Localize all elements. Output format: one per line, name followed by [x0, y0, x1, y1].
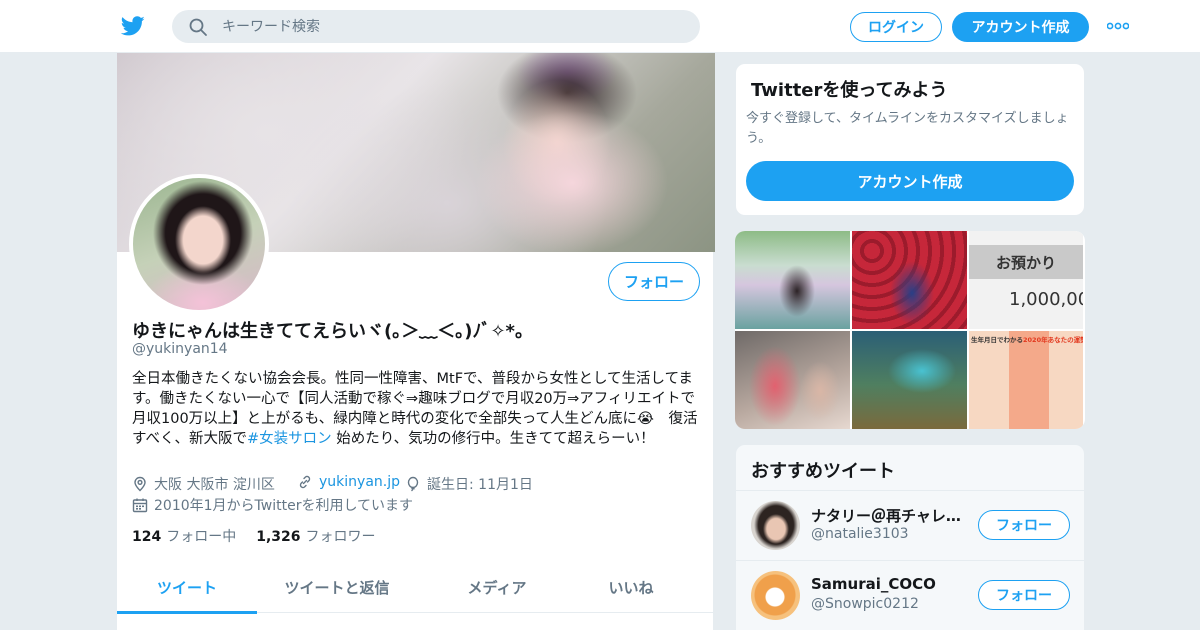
following-label: フォロー中 — [166, 529, 237, 545]
signup-button[interactable]: アカウント作成 — [952, 12, 1089, 42]
profile-handle[interactable]: @yukinyan14 — [132, 341, 228, 357]
search-box[interactable] — [172, 10, 700, 43]
tab-tweets-and-replies[interactable]: ツイートと返信 — [257, 561, 417, 613]
fortune-header-text: 生年月日でわかる — [971, 336, 1023, 344]
media-thumbnail[interactable]: お預かり 1,000,00 — [969, 231, 1083, 329]
signup-promo-card: Twitterを使ってみよう 今すぐ登録して、タイムラインをカスタマイズしましょ… — [735, 63, 1085, 216]
recommended-title: おすすめツイート — [751, 461, 895, 482]
following-count: 124 — [132, 529, 162, 545]
follow-button[interactable]: フォロー — [978, 510, 1070, 540]
profile-card: フォロー ゆきにゃんは生きててえらいヾ(｡＞﹏＜｡)ﾉﾞ✧*。 @yukinya… — [116, 53, 715, 630]
recommended-user[interactable]: Samurai_COCO @Snowpic0212 フォロー — [736, 560, 1084, 630]
thumbnail-fortune-header: 生年月日でわかる2020年あなたの運勢 — [971, 334, 1083, 344]
profile-avatar[interactable] — [129, 174, 269, 314]
recommended-user-handle: @Snowpic0212 — [811, 596, 919, 612]
media-thumbnail[interactable]: 生年月日でわかる2020年あなたの運勢 — [969, 331, 1083, 429]
profile-bio: 全日本働きたくない協会会長。性同一性障害、MtFで、普段から女性として生活してま… — [132, 369, 702, 449]
profile-stats: 124 フォロー中 1,326 フォロワー — [132, 526, 376, 546]
bio-text-end: 始めたり、気功の修行中。生きてて超えらーい！ — [331, 431, 655, 447]
recommended-user-name[interactable]: ナタリー＠再チャレンジ — [811, 505, 961, 526]
followers-count: 1,326 — [256, 529, 301, 545]
avatar[interactable] — [751, 571, 800, 620]
follow-button[interactable]: フォロー — [978, 580, 1070, 610]
birthday-text: 誕生日: 11月1日 — [427, 477, 533, 493]
profile-birthday: 誕生日: 11月1日 — [405, 474, 533, 494]
followers-label: フォロワー — [305, 529, 376, 545]
tab-tweets[interactable]: ツイート — [117, 561, 257, 614]
avatar[interactable] — [751, 501, 800, 550]
login-button[interactable]: ログイン — [850, 12, 942, 42]
media-thumbnail[interactable] — [852, 231, 967, 329]
thumbnail-deposit-amount: 1,000,00 — [1009, 289, 1083, 310]
media-thumbnail[interactable] — [852, 331, 967, 429]
location-pin-icon — [134, 476, 146, 492]
recommended-user-name[interactable]: Samurai_COCO — [811, 575, 961, 593]
top-navigation-bar: ログイン アカウント作成 — [0, 0, 1200, 53]
twitter-bird-icon[interactable] — [120, 14, 146, 38]
promo-title: Twitterを使ってみよう — [751, 80, 948, 101]
recommended-tweets-panel: おすすめツイート ナタリー＠再チャレンジ @natalie3103 フォロー S… — [735, 444, 1085, 630]
balloon-icon — [407, 476, 419, 492]
fortune-header-year: 2020年あなたの運勢 — [1023, 336, 1083, 344]
profile-website-link[interactable]: yukinyan.jp — [319, 474, 400, 490]
bio-hashtag-link[interactable]: #女装サロン — [247, 431, 332, 447]
link-icon — [299, 475, 311, 489]
profile-location: 大阪 大阪市 淀川区 — [132, 474, 275, 494]
profile-display-name[interactable]: ゆきにゃんは生きててえらいヾ(｡＞﹏＜｡)ﾉﾞ✧*。 — [132, 317, 533, 343]
joined-text: 2010年1月からTwitterを利用しています — [154, 498, 414, 514]
profile-tabs: ツイート ツイートと返信 メディア いいね — [117, 561, 715, 614]
tab-likes[interactable]: いいね — [577, 561, 685, 613]
calendar-icon — [132, 498, 148, 513]
search-input[interactable] — [222, 10, 682, 43]
media-thumbnail[interactable] — [735, 231, 850, 329]
followers-stat[interactable]: 1,326 フォロワー — [256, 526, 375, 546]
tab-media[interactable]: メディア — [417, 561, 577, 613]
profile-joined-date: 2010年1月からTwitterを利用しています — [132, 495, 413, 515]
promo-text: 今すぐ登録して、タイムラインをカスタマイズしましょう。 — [746, 111, 1069, 146]
promo-signup-button[interactable]: アカウント作成 — [746, 161, 1074, 201]
media-thumbnail-grid: お預かり 1,000,00 生年月日でわかる2020年あなたの運勢 — [735, 231, 1085, 429]
profile-url: yukinyan.jp — [297, 474, 400, 490]
location-text: 大阪 大阪市 淀川区 — [154, 477, 275, 493]
follow-button[interactable]: フォロー — [608, 262, 700, 301]
recommended-user[interactable]: ナタリー＠再チャレンジ @natalie3103 フォロー — [736, 490, 1084, 560]
recommended-user-handle: @natalie3103 — [811, 526, 909, 542]
search-icon — [189, 18, 207, 36]
following-stat[interactable]: 124 フォロー中 — [132, 526, 236, 546]
media-thumbnail[interactable] — [735, 331, 850, 429]
more-dots-icon[interactable] — [1107, 22, 1129, 30]
thumbnail-deposit-header: お預かり — [969, 245, 1083, 279]
